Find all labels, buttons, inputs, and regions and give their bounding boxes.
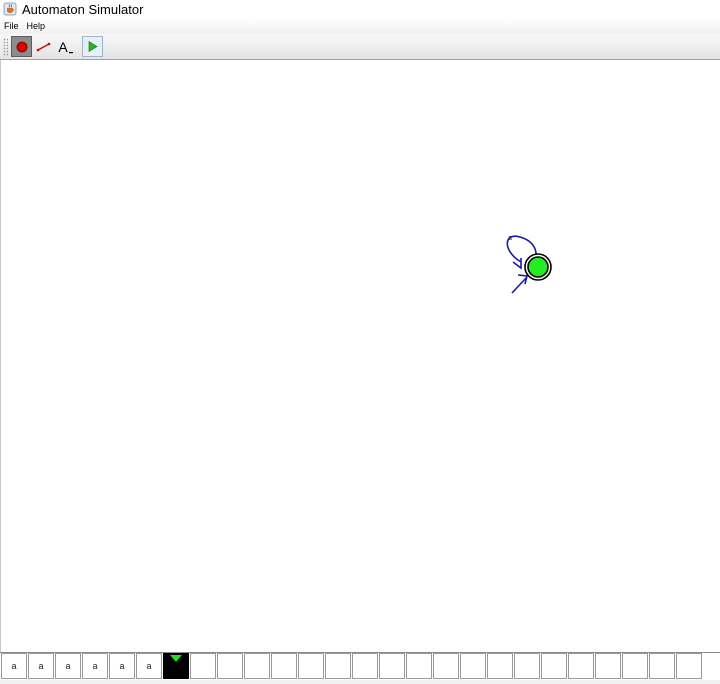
tape-symbol: a [119,661,125,671]
tape-cell [568,653,594,679]
tape-cell [595,653,621,679]
tape-cell: a [109,653,135,679]
tape-cell [622,653,648,679]
tape-cell [244,653,270,679]
tape-cell: a [1,653,27,679]
automaton-diagram: a [506,235,552,294]
tape-cell [460,653,486,679]
red-circle-icon [16,41,27,52]
input-tape: aaaaaa [0,652,720,681]
tape-cell: a [28,653,54,679]
tape-cell: a [55,653,81,679]
tape-symbol: a [38,661,44,671]
tape-cell [433,653,459,679]
tape-symbol: a [92,661,98,671]
tape-cell [217,653,243,679]
tape-cell [352,653,378,679]
toolbar-grip[interactable] [3,37,8,56]
automaton-simulator-window: Automaton Simulator File Help A a a a a … [0,0,720,684]
text-cursor-icon [68,51,73,53]
tape-symbol: a [11,661,17,671]
java-cup-icon [3,2,17,16]
tape-symbol: a [146,661,152,671]
tape-cell [271,653,297,679]
state-q0[interactable] [527,256,549,278]
run-tool-button[interactable] [82,36,103,57]
green-play-icon [88,41,98,52]
initial-state-arrow [511,276,528,294]
tape-cell [298,653,324,679]
tape-cell [379,653,405,679]
transition-label: a [508,235,512,242]
tape-cell [487,653,513,679]
red-arrow-icon [36,42,50,51]
tape-cell [406,653,432,679]
menu-help[interactable]: Help [23,18,50,34]
automaton-canvas[interactable]: a [0,60,720,652]
menu-bar: File Help [0,18,720,34]
status-strip [0,680,720,684]
tape-cell [514,653,540,679]
menu-file[interactable]: File [0,18,23,34]
tape-head-marker [170,655,182,662]
transition-tool-button[interactable] [33,36,54,57]
title-bar: Automaton Simulator [0,0,720,18]
window-title: Automaton Simulator [22,1,144,17]
text-tool-button[interactable]: A [55,36,76,57]
tape-cell-head [163,653,189,679]
tape-cell [541,653,567,679]
letter-a-icon: A [58,38,68,55]
tape-cell: a [82,653,108,679]
tape-cell [676,653,702,679]
tape-cell: a [136,653,162,679]
tape-cell [649,653,675,679]
toolbar: A [0,34,720,60]
state-tool-button[interactable] [11,36,32,57]
tape-cell [325,653,351,679]
tape-cell [190,653,216,679]
tape-symbol: a [65,661,71,671]
